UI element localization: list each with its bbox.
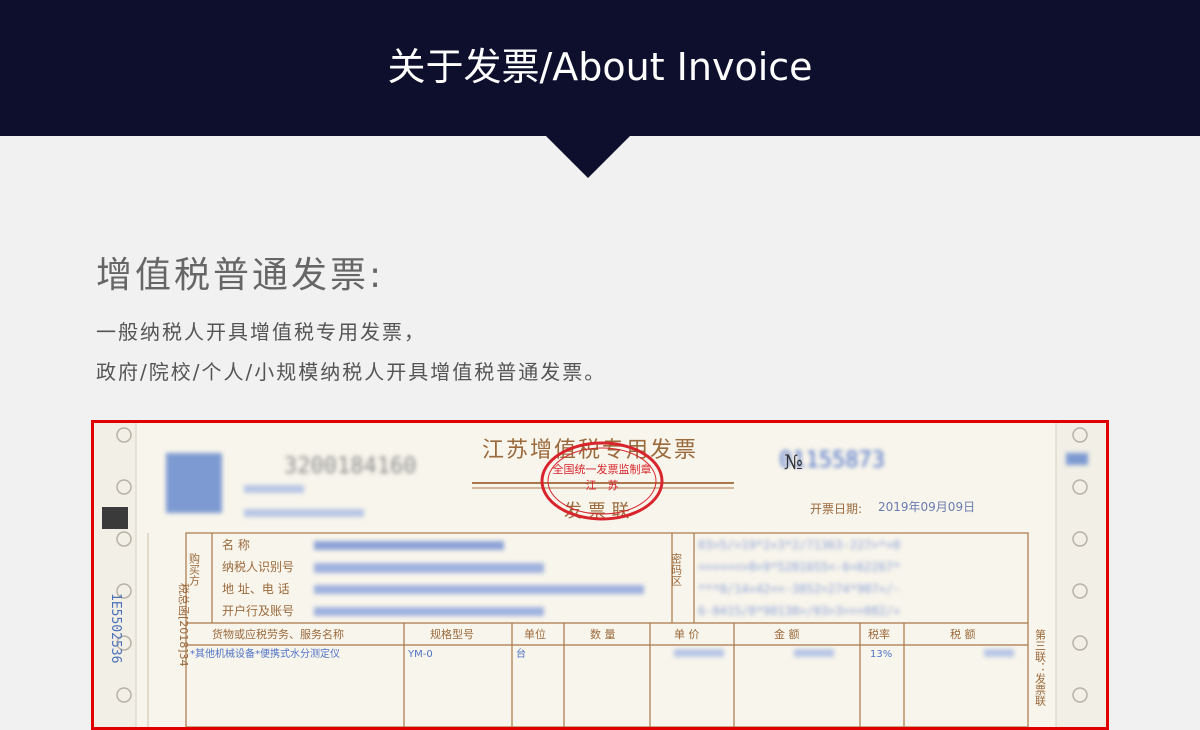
cipher-side-label: 密码区 (670, 552, 683, 586)
invoice-no-symbol: № (784, 450, 803, 474)
stamp-text: 全国统一发票监制章 (553, 462, 652, 476)
description-line-2: 政府/院校/个人/小规模纳税人开具增值税普通发票。 (96, 360, 607, 384)
issue-date-label: 开票日期: (810, 502, 862, 516)
invoice-image-frame: 1E5502536 3200184160 01155873 № 江苏增值税专用发… (91, 420, 1109, 730)
cipher-line: 03>5/>19*2+3*2/71363-227>*<0 (698, 538, 900, 552)
buyer-field-label: 开户行及账号 (222, 603, 294, 618)
item-column-header: 规格型号 (430, 627, 474, 641)
buyer-field-label: 地 址、电 话 (222, 582, 290, 596)
item-column-header: 单位 (524, 627, 546, 641)
buyer-side-label: 购买方 (188, 552, 201, 586)
item-column-header: 税 额 (950, 627, 976, 641)
header-banner: 关于发票/About Invoice (0, 0, 1200, 136)
cipher-line: 6-0415/8*90138>/03>3>>>882/+ (698, 604, 900, 618)
item-column-header: 单 价 (674, 628, 700, 641)
row1-name: *其他机械设备*便携式水分测定仪 (190, 647, 340, 660)
cipher-line: ***0/14+42<<-3852>274*907+/- (698, 582, 900, 596)
svg-text:1E5502536: 1E5502536 (108, 593, 123, 663)
svg-text:3200184160: 3200184160 (284, 454, 416, 479)
cipher-line: <<<<<<>0>9*5281655<-6<62267* (698, 560, 900, 574)
row1-rate: 13% (870, 649, 892, 660)
right-side-label: 第三联：发票联 (1034, 628, 1047, 707)
invoice-title: 江苏增值税专用发票 (482, 438, 698, 463)
item-column-header: 税率 (868, 627, 890, 641)
item-column-header: 数 量 (590, 628, 616, 641)
svg-text:江 苏: 江 苏 (586, 479, 619, 492)
buyer-field-label: 名 称 (222, 537, 250, 552)
row1-spec: YM-0 (407, 649, 433, 660)
left-side-label: 税总函[2018]34 (177, 583, 191, 667)
buyer-field-label: 纳税人识别号 (222, 560, 294, 574)
description-line-1: 一般纳税人开具增值税专用发票， (96, 320, 426, 344)
banner-title: 关于发票/About Invoice (387, 45, 813, 89)
invoice-image: 1E5502536 3200184160 01155873 № 江苏增值税专用发… (94, 423, 1106, 727)
item-column-header: 货物或应税劳务、服务名称 (212, 627, 344, 641)
row1-unit: 台 (516, 647, 526, 660)
banner-pointer (546, 136, 630, 178)
item-column-header: 金 额 (774, 627, 800, 641)
section-heading: 增值税普通发票: (96, 255, 385, 296)
issue-date: 2019年09月09日 (878, 500, 975, 514)
